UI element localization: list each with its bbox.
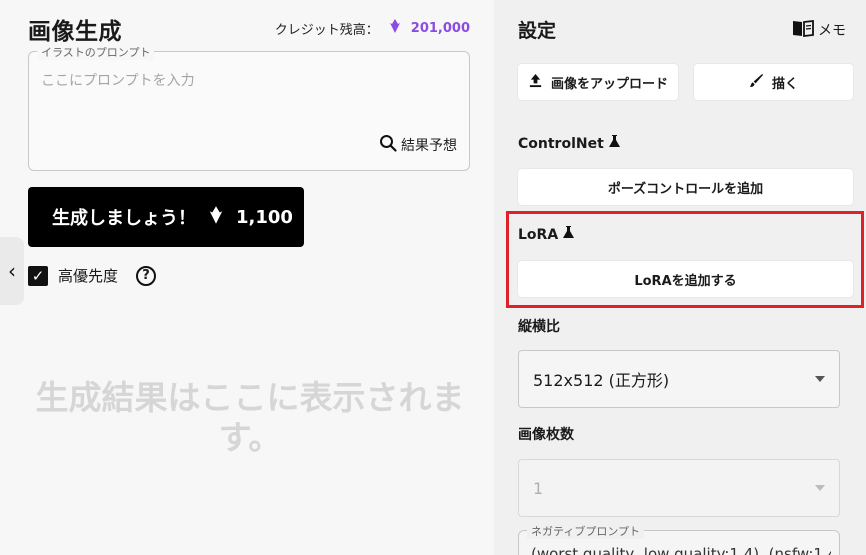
result-placeholder: 生成結果はここに表示されます。: [35, 378, 465, 457]
credit-label: クレジット残高：: [274, 22, 379, 38]
memo-button[interactable]: メモ: [792, 19, 846, 41]
generate-button[interactable]: 生成しましょう！ 1,100: [28, 187, 304, 247]
chevron-left-icon: ‹: [8, 259, 16, 283]
generation-panel: 画像生成 クレジット残高： 201,000 イラストのプロンプト 結果予想 生成…: [0, 0, 494, 555]
help-glyph: ?: [142, 268, 150, 283]
gem-icon: [387, 18, 403, 38]
credit-balance: クレジット残高： 201,000: [275, 18, 470, 38]
flask-icon: [608, 135, 621, 152]
caret-down-icon: [815, 376, 825, 382]
help-icon[interactable]: ?: [136, 265, 157, 286]
prompt-legend: イラストのプロンプト: [37, 44, 155, 60]
negative-prompt-field[interactable]: ネガティブプロンプト (worst quality, low quality:1…: [518, 523, 840, 555]
negative-prompt-value[interactable]: (worst quality, low quality:1.4), (nsfw:…: [531, 545, 831, 555]
predict-button[interactable]: 結果予想: [379, 134, 457, 156]
priority-label: 高優先度: [58, 267, 119, 285]
upload-icon: [528, 73, 543, 92]
lora-heading: LoRA: [518, 226, 575, 243]
memo-label: メモ: [818, 23, 846, 39]
upload-image-button[interactable]: 画像をアップロード: [518, 64, 678, 100]
upload-label: 画像をアップロード: [550, 76, 668, 92]
add-lora-button[interactable]: LoRAを追加する: [518, 261, 853, 297]
add-lora-label: LoRAを追加する: [634, 273, 737, 289]
lora-label: LoRA: [518, 226, 559, 243]
image-count-select[interactable]: 1: [518, 459, 840, 517]
brush-icon: [749, 73, 764, 92]
add-pose-control-label: ポーズコントロールを追加: [607, 181, 764, 197]
settings-title: 設定: [518, 20, 557, 42]
page-title: 画像生成: [28, 19, 122, 45]
aspect-ratio-select[interactable]: 512x512 (正方形): [518, 350, 840, 408]
draw-label: 描く: [771, 76, 798, 92]
draw-button[interactable]: 描く: [694, 64, 853, 100]
flask-icon: [562, 226, 575, 243]
priority-checkbox[interactable]: ✓: [28, 265, 48, 286]
prompt-input[interactable]: [41, 70, 451, 130]
aspect-ratio-value: 512x512 (正方形): [533, 371, 670, 390]
gem-icon: [206, 205, 226, 230]
aspect-ratio-label: 縦横比: [518, 319, 560, 335]
priority-option: ✓ 高優先度 ?: [28, 265, 157, 286]
search-icon: [379, 134, 397, 156]
book-icon: [792, 19, 814, 41]
caret-down-icon: [815, 485, 825, 491]
predict-label: 結果予想: [401, 138, 457, 154]
generate-cost: 1,100: [236, 206, 293, 228]
settings-panel: 設定 メモ 画像をアップロード 描く ControlNet ポーズコントロールを…: [494, 0, 866, 555]
image-count-value: 1: [533, 478, 544, 498]
collapse-panel-button[interactable]: ‹: [0, 237, 24, 305]
prompt-field[interactable]: イラストのプロンプト 結果予想: [28, 44, 470, 171]
negative-prompt-legend: ネガティブプロンプト: [527, 523, 645, 539]
controlnet-label: ControlNet: [518, 135, 604, 152]
controlnet-heading: ControlNet: [518, 135, 621, 152]
add-pose-control-button[interactable]: ポーズコントロールを追加: [518, 169, 853, 205]
credit-value: 201,000: [410, 20, 470, 36]
image-count-label: 画像枚数: [518, 427, 574, 443]
generate-label: 生成しましょう！: [52, 208, 196, 229]
